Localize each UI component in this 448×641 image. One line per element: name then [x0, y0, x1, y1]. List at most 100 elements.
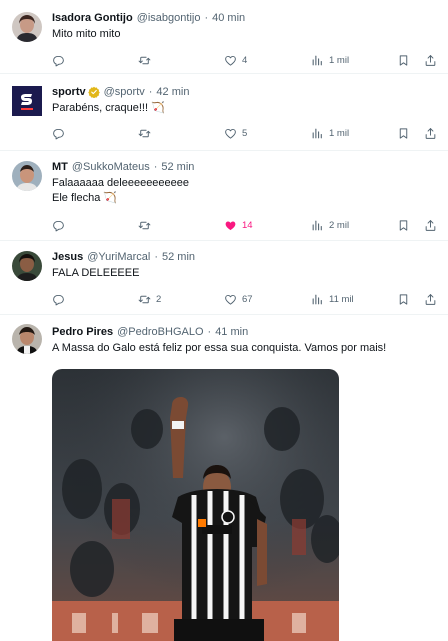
share-button[interactable]	[424, 52, 437, 68]
timestamp[interactable]: 52 min	[162, 250, 195, 264]
retweet-button[interactable]	[138, 125, 156, 141]
tweet[interactable]: Isadora Gontijo @isabgontijo · 40 min Mi…	[0, 0, 448, 74]
handle[interactable]: @isabgontijo	[137, 11, 201, 25]
like-count: 5	[242, 127, 248, 139]
share-button[interactable]	[424, 291, 437, 307]
reply-button[interactable]	[52, 217, 70, 233]
timestamp[interactable]: 40 min	[212, 11, 245, 25]
bookmark-icon	[397, 219, 410, 232]
bookmark-button[interactable]	[397, 125, 410, 141]
handle[interactable]: @sportv	[104, 85, 145, 99]
action-bar: 5 1 mil	[52, 125, 418, 141]
tweet-text: FALA DELEEEEE	[52, 267, 140, 279]
retweet-icon	[138, 127, 151, 140]
retweet-count: 2	[156, 293, 162, 305]
share-icon	[424, 219, 437, 232]
tweet[interactable]: Jesus @YuriMarcal · 52 min FALA DELEEEEE…	[0, 241, 448, 315]
separator: ·	[154, 251, 159, 263]
like-icon	[224, 127, 237, 140]
like-count: 67	[242, 293, 253, 305]
retweet-button[interactable]: 2	[138, 291, 161, 307]
reply-icon	[52, 219, 65, 232]
tweet[interactable]: sportv @sportv · 42 min Parabéns, craque…	[0, 74, 448, 151]
reply-button[interactable]	[52, 291, 70, 307]
tweet[interactable]: MT @SukkoMateus · 52 min Falaaaaaa delee…	[0, 151, 448, 241]
verified-badge-icon	[87, 86, 100, 98]
display-name[interactable]: Jesus	[52, 250, 83, 264]
display-name[interactable]: MT	[52, 160, 68, 174]
reply-icon	[52, 127, 65, 140]
reply-icon	[52, 293, 65, 306]
share-button[interactable]	[424, 217, 437, 233]
view-count: 2 mil	[329, 219, 350, 231]
bookmark-button[interactable]	[397, 291, 410, 307]
view-count: 1 mil	[329, 54, 350, 66]
views-button[interactable]: 11 mil	[311, 291, 354, 307]
like-button[interactable]: 14	[224, 217, 253, 233]
handle[interactable]: @PedroBHGALO	[117, 325, 203, 339]
like-button[interactable]: 4	[224, 52, 247, 68]
retweet-icon	[138, 219, 151, 232]
like-count: 4	[242, 54, 248, 66]
view-count: 1 mil	[329, 127, 350, 139]
like-count: 14	[242, 219, 253, 231]
like-button[interactable]: 67	[224, 291, 253, 307]
view-count: 11 mil	[329, 293, 354, 305]
avatar[interactable]	[12, 86, 42, 116]
share-icon	[424, 127, 437, 140]
views-icon	[311, 54, 324, 67]
views-button[interactable]: 2 mil	[311, 217, 349, 233]
avatar[interactable]	[12, 12, 42, 42]
retweet-icon	[138, 54, 151, 67]
bookmark-button[interactable]	[397, 217, 410, 233]
like-icon	[224, 293, 237, 306]
bookmark-icon	[397, 54, 410, 67]
tweet-text: Mito mito mito	[52, 28, 121, 40]
handle[interactable]: @SukkoMateus	[72, 160, 150, 174]
separator: ·	[153, 161, 158, 173]
separator: ·	[204, 12, 209, 24]
share-button[interactable]	[424, 125, 437, 141]
views-icon	[311, 219, 324, 232]
display-name[interactable]: sportv	[52, 85, 86, 99]
action-bar: 2 67 11 mil	[52, 291, 418, 307]
tweet-text: Parabéns, craque!!! 🏹	[52, 102, 165, 114]
avatar[interactable]	[12, 161, 42, 191]
bookmark-icon	[397, 293, 410, 306]
retweet-button[interactable]	[138, 217, 156, 233]
player-photo-image	[52, 369, 339, 641]
tweet-text: A Massa do Galo está feliz por essa sua …	[52, 342, 387, 354]
reply-button[interactable]	[52, 125, 70, 141]
separator: ·	[207, 326, 212, 338]
avatar[interactable]	[12, 324, 42, 354]
views-icon	[311, 127, 324, 140]
like-icon-active	[224, 219, 237, 232]
timestamp[interactable]: 52 min	[161, 160, 194, 174]
share-icon	[424, 293, 437, 306]
display-name[interactable]: Isadora Gontijo	[52, 11, 133, 25]
views-button[interactable]: 1 mil	[311, 125, 349, 141]
retweet-icon	[138, 293, 151, 306]
action-bar: 4 1 mil	[52, 52, 418, 68]
timeline: Isadora Gontijo @isabgontijo · 40 min Mi…	[0, 0, 448, 641]
like-button[interactable]: 5	[224, 125, 247, 141]
handle[interactable]: @YuriMarcal	[87, 250, 150, 264]
timestamp[interactable]: 42 min	[156, 85, 189, 99]
tweet-photo[interactable]	[52, 369, 339, 641]
bookmark-button[interactable]	[397, 52, 410, 68]
separator: ·	[148, 86, 153, 98]
like-icon	[224, 54, 237, 67]
views-icon	[311, 293, 324, 306]
reply-button[interactable]	[52, 52, 70, 68]
timestamp[interactable]: 41 min	[215, 325, 248, 339]
bookmark-icon	[397, 127, 410, 140]
retweet-button[interactable]	[138, 52, 156, 68]
avatar[interactable]	[12, 251, 42, 281]
tweet-text: Falaaaaaa deleeeeeeeeeee	[52, 177, 190, 189]
display-name[interactable]: Pedro Pires	[52, 325, 113, 339]
action-bar: 14 2 mil	[52, 217, 418, 233]
views-button[interactable]: 1 mil	[311, 52, 349, 68]
reply-icon	[52, 54, 65, 67]
share-icon	[424, 54, 437, 67]
tweet-text-line-2: Ele flecha 🏹	[52, 192, 118, 204]
